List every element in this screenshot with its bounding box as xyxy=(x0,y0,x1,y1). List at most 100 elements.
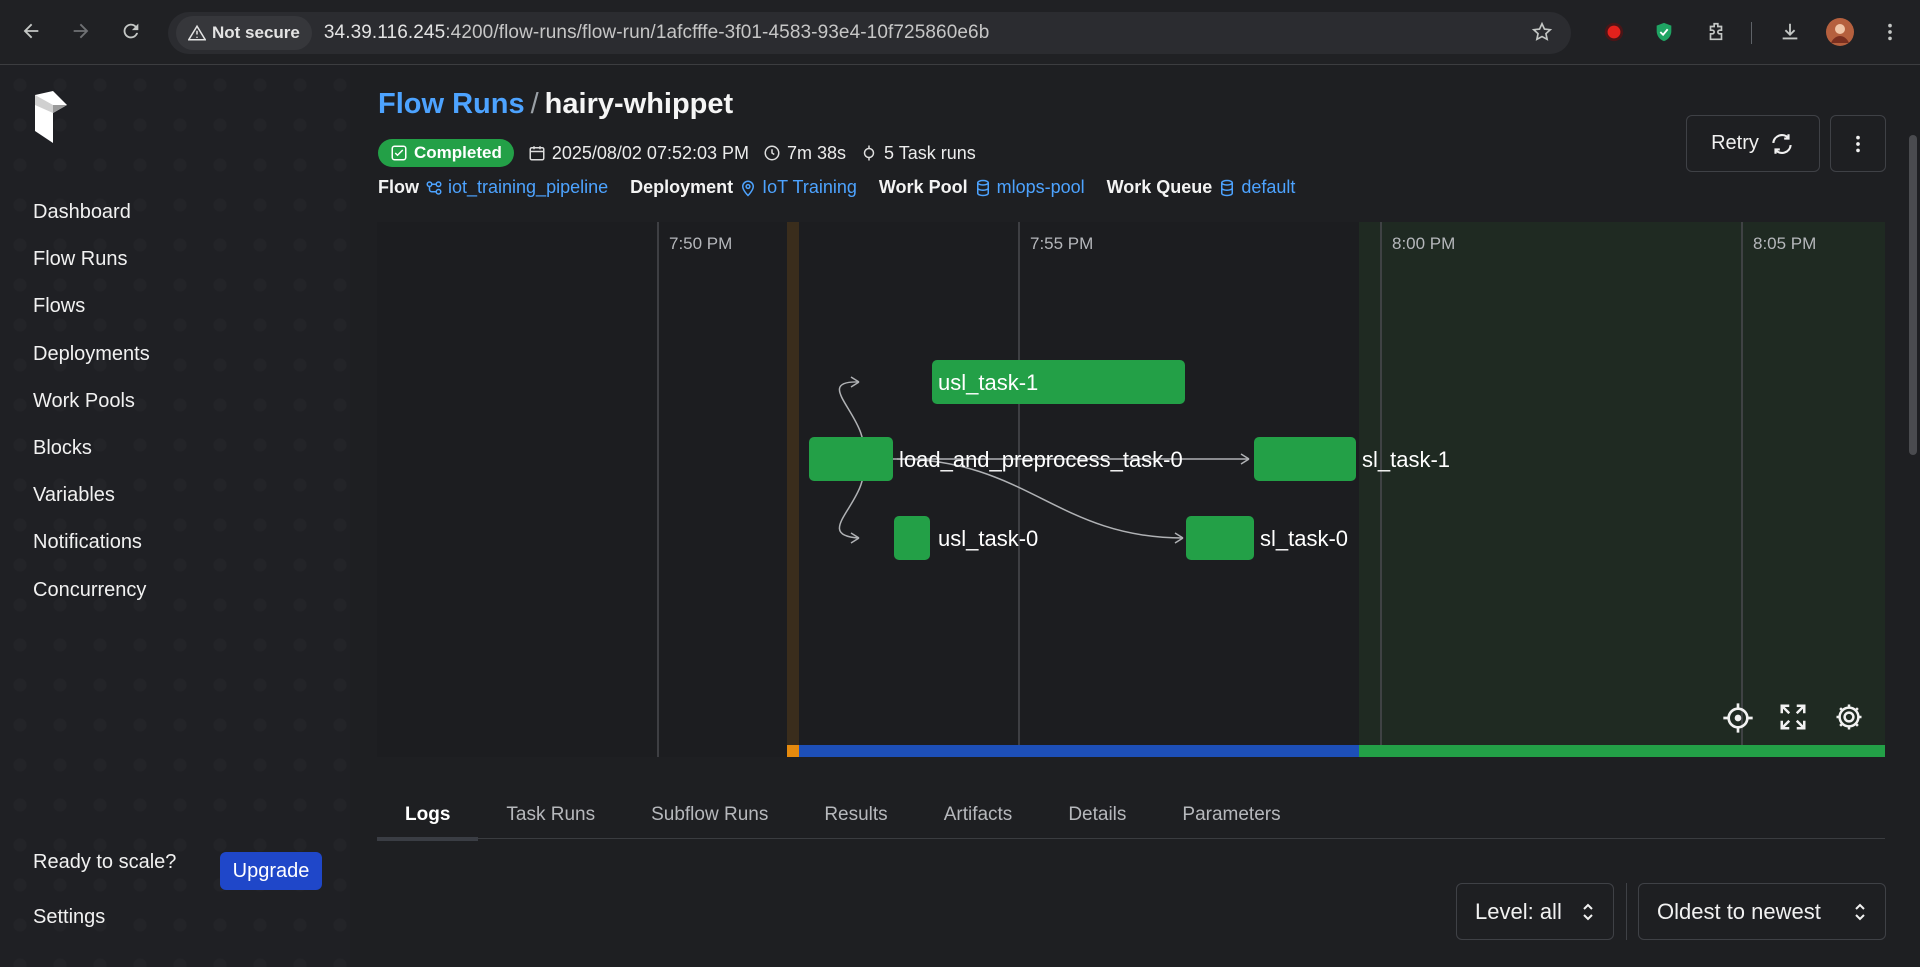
work-pool-link[interactable]: mlops-pool xyxy=(974,177,1085,198)
sidebar-item-deployments[interactable]: Deployments xyxy=(33,331,150,378)
tick-label-3: 8:00 PM xyxy=(1392,234,1455,253)
tab-subflow-runs[interactable]: Subflow Runs xyxy=(623,791,796,839)
tab-artifacts[interactable]: Artifacts xyxy=(916,791,1041,839)
flow-value: iot_training_pipeline xyxy=(448,177,609,197)
sidebar-item-work-pools[interactable]: Work Pools xyxy=(33,378,150,425)
sidebar: Dashboard Flow Runs Flows Deployments Wo… xyxy=(0,65,350,967)
tick-label-4: 8:05 PM xyxy=(1753,234,1816,253)
tick-label-1: 7:50 PM xyxy=(669,234,732,253)
tick-label-2: 7:55 PM xyxy=(1030,234,1093,253)
flow-label: Flow xyxy=(378,177,419,197)
security-indicator[interactable]: Not secure xyxy=(176,16,312,50)
back-icon[interactable] xyxy=(16,16,46,46)
timeline-canvas: 7:50 PM 7:55 PM 8:00 PM 8:05 PM usl_task… xyxy=(657,222,1885,757)
address-bar[interactable]: Not secure 34.39.116.245:4200/flow-runs/… xyxy=(168,12,1571,54)
node-load-and-preprocess[interactable] xyxy=(809,437,893,481)
calendar-icon xyxy=(529,146,545,161)
run-meta: Completed 2025/08/02 07:52:03 PM 7m 38s … xyxy=(378,139,976,167)
sidebar-item-notifications[interactable]: Notifications xyxy=(33,519,150,566)
prefect-logo-icon[interactable] xyxy=(33,91,69,148)
download-icon[interactable] xyxy=(1776,18,1804,46)
flow-link[interactable]: iot_training_pipeline xyxy=(425,177,608,198)
sidebar-nav: Dashboard Flow Runs Flows Deployments Wo… xyxy=(33,189,150,614)
upgrade-button[interactable]: Upgrade xyxy=(220,852,322,890)
task-runs-text: 5 Task runs xyxy=(884,142,976,163)
browser-menu-icon[interactable] xyxy=(1876,18,1904,46)
sort-order-select[interactable]: Oldest to newest xyxy=(1638,883,1886,940)
sidebar-item-settings[interactable]: Settings xyxy=(33,906,105,929)
profile-avatar-icon[interactable] xyxy=(1826,18,1854,46)
state-bar-pending xyxy=(787,745,799,757)
sort-order-value: Oldest to newest xyxy=(1657,898,1821,924)
sidebar-item-dashboard[interactable]: Dashboard xyxy=(33,189,150,236)
node-label-usl-task-0: usl_task-0 xyxy=(938,526,1038,551)
retry-button[interactable]: Retry xyxy=(1686,115,1820,172)
clock-icon xyxy=(764,145,780,161)
kebab-menu-icon xyxy=(1856,135,1860,152)
tab-results[interactable]: Results xyxy=(796,791,915,839)
forward-icon[interactable] xyxy=(66,16,96,46)
ready-to-scale-text: Ready to scale? xyxy=(33,851,177,873)
browser-toolbar: Not secure 34.39.116.245:4200/flow-runs/… xyxy=(0,0,1920,65)
deployment-value: IoT Training xyxy=(762,177,857,197)
node-sl-task-1[interactable] xyxy=(1254,437,1356,481)
expand-icon xyxy=(1780,704,1806,730)
task-runs-count: 5 Task runs xyxy=(860,143,976,164)
bookmark-star-icon[interactable] xyxy=(1531,21,1553,49)
deployment-link[interactable]: IoT Training xyxy=(739,177,857,198)
more-options-button[interactable] xyxy=(1830,115,1886,172)
database-icon xyxy=(1221,179,1234,196)
chevron-up-down-icon xyxy=(1583,903,1593,920)
graph-settings-button[interactable] xyxy=(1834,702,1870,738)
sidebar-item-variables[interactable]: Variables xyxy=(33,472,150,519)
breadcrumb-separator: / xyxy=(530,88,539,120)
security-label: Not secure xyxy=(212,23,300,42)
page-scrollbar[interactable] xyxy=(1906,65,1920,967)
tab-logs[interactable]: Logs xyxy=(377,791,479,841)
node-label-sl-task-0: sl_task-0 xyxy=(1260,526,1348,551)
tab-task-runs[interactable]: Task Runs xyxy=(478,791,623,839)
sidebar-item-blocks[interactable]: Blocks xyxy=(33,425,150,472)
status-badge: Completed xyxy=(378,139,514,167)
fullscreen-button[interactable] xyxy=(1778,702,1814,738)
sidebar-item-concurrency[interactable]: Concurrency xyxy=(33,567,150,614)
work-queue-value: default xyxy=(1241,177,1296,197)
extensions-puzzle-icon[interactable] xyxy=(1702,18,1730,46)
shield-extension-icon[interactable] xyxy=(1650,18,1678,46)
crosshair-icon xyxy=(1723,703,1753,733)
node-sl-task-0[interactable] xyxy=(1186,516,1254,560)
chevron-up-down-icon xyxy=(1855,903,1865,920)
check-square-icon xyxy=(391,145,407,161)
task-run-icon xyxy=(863,145,875,161)
toolbar-divider xyxy=(1751,22,1752,44)
tab-parameters[interactable]: Parameters xyxy=(1154,791,1308,839)
record-extension-icon[interactable] xyxy=(1600,18,1628,46)
level-select-value: Level: all xyxy=(1475,898,1562,924)
recenter-button[interactable] xyxy=(1722,702,1758,738)
work-pool-value: mlops-pool xyxy=(996,177,1085,197)
tab-details[interactable]: Details xyxy=(1040,791,1154,839)
start-time: 2025/08/02 07:52:03 PM xyxy=(528,143,749,164)
refresh-icon xyxy=(1772,133,1792,154)
flow-run-graph[interactable]: 7:50 PM 7:55 PM 8:00 PM 8:05 PM usl_task… xyxy=(377,222,1885,757)
pending-region xyxy=(787,222,799,745)
filter-divider xyxy=(1626,883,1627,940)
breadcrumb-flow-runs[interactable]: Flow Runs xyxy=(378,88,525,120)
url-text[interactable]: 34.39.116.245:4200/flow-runs/flow-run/1a… xyxy=(324,22,990,44)
node-label-load-and-preprocess: load_and_preprocess_task-0 xyxy=(899,447,1183,472)
duration: 7m 38s xyxy=(763,143,846,164)
main-content: Flow Runs / hairy-whippet Completed 2025/0… xyxy=(350,65,1920,967)
scrollbar-thumb[interactable] xyxy=(1909,135,1917,455)
completed-region xyxy=(1359,222,1885,757)
database-icon xyxy=(976,179,989,196)
run-tabs: Logs Task Runs Subflow Runs Results Arti… xyxy=(377,791,1885,841)
state-bar-running xyxy=(799,745,1359,757)
work-queue-link[interactable]: default xyxy=(1218,177,1295,198)
reload-icon[interactable] xyxy=(116,16,146,46)
level-select[interactable]: Level: all xyxy=(1456,883,1614,940)
sidebar-item-flow-runs[interactable]: Flow Runs xyxy=(33,236,150,283)
sidebar-item-flows[interactable]: Flows xyxy=(33,283,150,330)
node-usl-task-0[interactable] xyxy=(894,516,930,560)
node-label-sl-task-1: sl_task-1 xyxy=(1362,447,1450,472)
start-time-text: 2025/08/02 07:52:03 PM xyxy=(551,142,749,163)
